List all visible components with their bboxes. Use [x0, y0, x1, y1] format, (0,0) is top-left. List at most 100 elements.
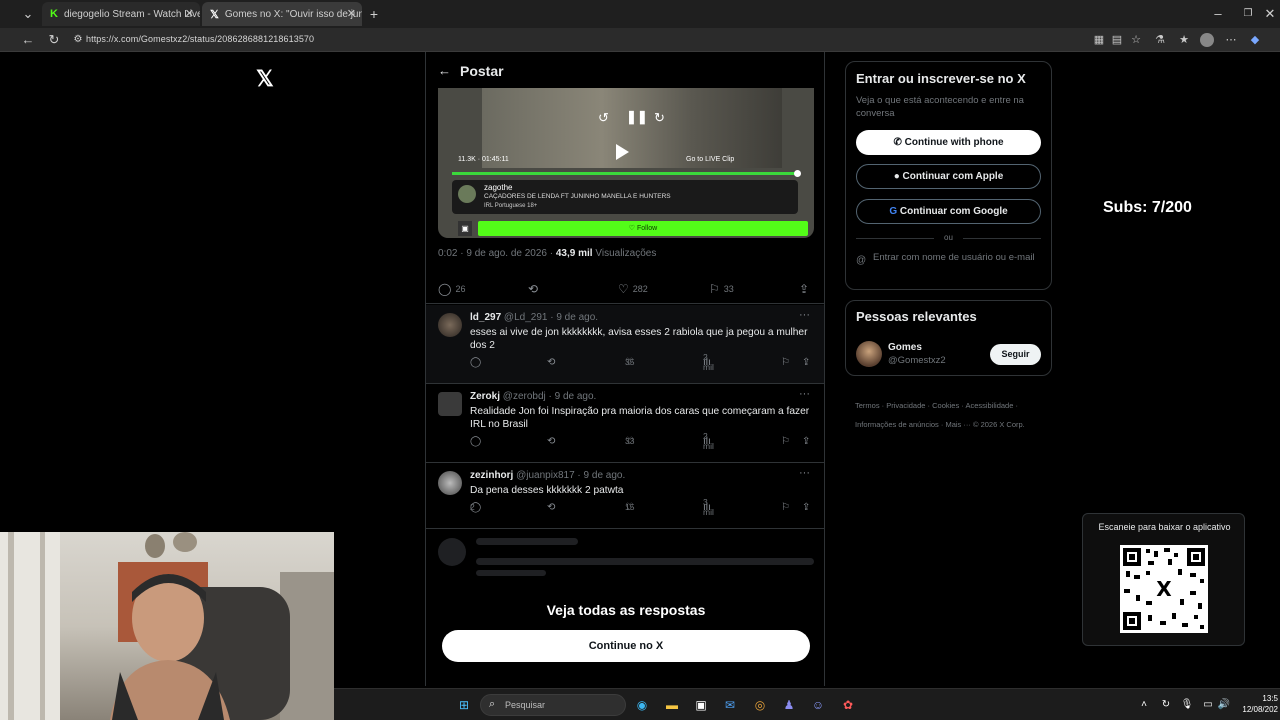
- reply-author[interactable]: ld_297: [470, 312, 501, 323]
- reply-item[interactable]: ld_297 @Ld_291 · 9 de ago. ··· esses ai …: [426, 305, 824, 384]
- view-count: 3 mil: [703, 497, 714, 517]
- favorite-star-icon[interactable]: ☆: [1129, 33, 1143, 47]
- follow-button[interactable]: Seguir: [990, 344, 1041, 365]
- like-action[interactable]: ♡ 282: [618, 282, 648, 296]
- reply-header: Zerokj @zerobdj · 9 de ago.: [470, 391, 596, 402]
- progress-bar[interactable]: [452, 172, 798, 175]
- bookmark-icon: ⚐: [709, 282, 720, 296]
- avatar[interactable]: [438, 313, 462, 337]
- back-icon[interactable]: ←: [20, 32, 36, 48]
- qr-label: Escaneie para baixar o aplicativo: [1098, 522, 1231, 532]
- post-header: ← Postar: [426, 60, 824, 84]
- close-tab-icon[interactable]: ✕: [347, 7, 356, 20]
- maximize-icon[interactable]: ❐: [1240, 6, 1256, 22]
- rewind-icon[interactable]: ↺: [598, 110, 609, 126]
- profile-avatar[interactable]: [1200, 33, 1214, 47]
- tab-list-chevron-icon[interactable]: ⌄: [20, 6, 36, 22]
- reply-item[interactable]: zezinhorj @juanpix817 · 9 de ago. ··· Da…: [426, 463, 824, 529]
- copilot-icon[interactable]: ◆: [1248, 33, 1262, 47]
- google-icon: G: [889, 206, 900, 217]
- windows-start-icon[interactable]: ⊞: [454, 695, 474, 715]
- more-icon[interactable]: ···: [799, 309, 810, 321]
- file-explorer-icon[interactable]: ▬: [662, 695, 682, 715]
- close-window-icon[interactable]: ✕: [1262, 6, 1278, 22]
- teams-icon[interactable]: ♟: [779, 695, 799, 715]
- view-count: 2 mil: [703, 431, 714, 451]
- gift-icon[interactable]: ▣: [458, 221, 472, 236]
- tray-chevron-icon[interactable]: ˄: [1134, 695, 1154, 715]
- footer-line[interactable]: Termos · Privacidade · Cookies · Acessib…: [855, 396, 1045, 415]
- url-field[interactable]: https://x.com/Gomestxz2/status/208628688…: [86, 34, 314, 44]
- search-placeholder: Pesquisar: [505, 700, 546, 710]
- menu-dots-icon[interactable]: ⋯: [1224, 33, 1238, 47]
- progress-handle[interactable]: [794, 170, 801, 177]
- avatar[interactable]: [438, 471, 462, 495]
- channel-avatar: [458, 185, 476, 203]
- views-label: Visualizações: [592, 248, 657, 259]
- sync-icon[interactable]: ↻: [1156, 695, 1176, 715]
- site-info-icon[interactable]: ⚙: [70, 32, 86, 48]
- continue-on-x-button[interactable]: Continue no X: [442, 630, 810, 662]
- repost-action[interactable]: ⟲: [528, 282, 538, 296]
- mail-icon[interactable]: ✉: [720, 695, 740, 715]
- video-player[interactable]: ↺ ❚❚ ↻ 11.3K · 01:45:11 Go to LIVE Clip …: [438, 88, 814, 238]
- bookmark-action[interactable]: ⚐ 33: [709, 282, 734, 296]
- view-count: 2 mil: [703, 352, 714, 372]
- reply-item[interactable]: Zerokj @zerobdj · 9 de ago. ··· Realidad…: [426, 384, 824, 463]
- more-icon[interactable]: ···: [799, 467, 810, 479]
- tab-x-post[interactable]: 𝕏 Gomes no X: "Ouvir isso de juninh ✕: [202, 2, 362, 26]
- reply-author[interactable]: zezinhorj: [470, 470, 513, 481]
- mic-icon[interactable]: 🎙: [1177, 695, 1197, 715]
- new-tab-button[interactable]: +: [366, 6, 382, 22]
- refresh-icon[interactable]: ↻: [46, 32, 62, 48]
- app-icon[interactable]: ✿: [838, 695, 858, 715]
- footer-line[interactable]: Informações de anúncios · Mais ··· © 202…: [855, 415, 1045, 434]
- avatar[interactable]: [438, 392, 462, 416]
- back-arrow-icon[interactable]: ←: [438, 63, 451, 78]
- play-icon[interactable]: [616, 144, 629, 160]
- pause-icon[interactable]: ❚❚: [626, 109, 648, 125]
- reader-icon[interactable]: ▤: [1110, 33, 1124, 47]
- button-label: Continuar com Apple: [902, 171, 1004, 182]
- phone-icon: ✆: [893, 137, 905, 148]
- share-action[interactable]: ⇪: [799, 282, 809, 296]
- go-live-controls[interactable]: Go to LIVE Clip: [686, 156, 734, 163]
- discord-icon[interactable]: ☺: [808, 695, 828, 715]
- store-icon[interactable]: ▣: [691, 695, 711, 715]
- clock-date: 12/08/202: [1242, 705, 1278, 714]
- app-icon[interactable]: ▦: [1092, 33, 1106, 47]
- system-clock[interactable]: 13:5 12/08/202: [1242, 693, 1278, 715]
- speaker-icon[interactable]: 🔊: [1214, 695, 1234, 715]
- kick-follow-button[interactable]: ♡ Follow: [478, 221, 808, 236]
- tab-kick-stream[interactable]: K diegogelio Stream - Watch Live on ✕: [42, 2, 200, 26]
- video-frame: [482, 88, 782, 168]
- reply-count: 26: [455, 284, 466, 294]
- favorites-icon[interactable]: ★: [1177, 33, 1191, 47]
- reply-count: 2: [470, 502, 475, 512]
- chrome-icon[interactable]: ◎: [750, 695, 770, 715]
- skeleton-line: [476, 558, 814, 565]
- login-with-username-link[interactable]: @ Entrar com nome de usuário ou e-mail: [856, 251, 1041, 266]
- extension-icon[interactable]: ⚗: [1153, 33, 1167, 47]
- avatar[interactable]: [856, 341, 882, 367]
- reply-header: ld_297 @Ld_291 · 9 de ago.: [470, 312, 598, 323]
- signup-card: Entrar ou inscrever-se no X Veja o que e…: [845, 61, 1052, 290]
- forward-icon[interactable]: ↻: [654, 110, 665, 126]
- more-icon[interactable]: ···: [799, 388, 810, 400]
- taskbar-search[interactable]: ⌕ Pesquisar: [480, 694, 626, 716]
- continue-with-phone-button[interactable]: ✆ Continue with phone: [856, 130, 1041, 155]
- close-tab-icon[interactable]: ✕: [185, 7, 194, 20]
- relevant-name[interactable]: Gomes: [888, 342, 922, 353]
- reply-author[interactable]: Zerokj: [470, 391, 500, 402]
- reply-action[interactable]: ◯ 26: [438, 282, 465, 296]
- edge-icon[interactable]: ◉: [632, 695, 652, 715]
- minimize-icon[interactable]: –: [1210, 6, 1226, 22]
- continue-with-google-button[interactable]: G Continuar com Google: [856, 199, 1041, 224]
- browser-tab-bar: ⌄ K diegogelio Stream - Watch Live on ✕ …: [0, 0, 1280, 28]
- continue-with-apple-button[interactable]: ● Continuar com Apple: [856, 164, 1041, 189]
- relevant-people-card: Pessoas relevantes Gomes @Gomestxz2 Segu…: [845, 300, 1052, 376]
- x-logo-icon[interactable]: 𝕏: [256, 66, 274, 92]
- channel-tags: IRL Portuguese 18+: [484, 203, 538, 209]
- reply-actions: ◯ ⟲ ♡ 33 ılı 2 mil ⚐ ⇪: [470, 431, 811, 451]
- skeleton-avatar: [438, 538, 466, 566]
